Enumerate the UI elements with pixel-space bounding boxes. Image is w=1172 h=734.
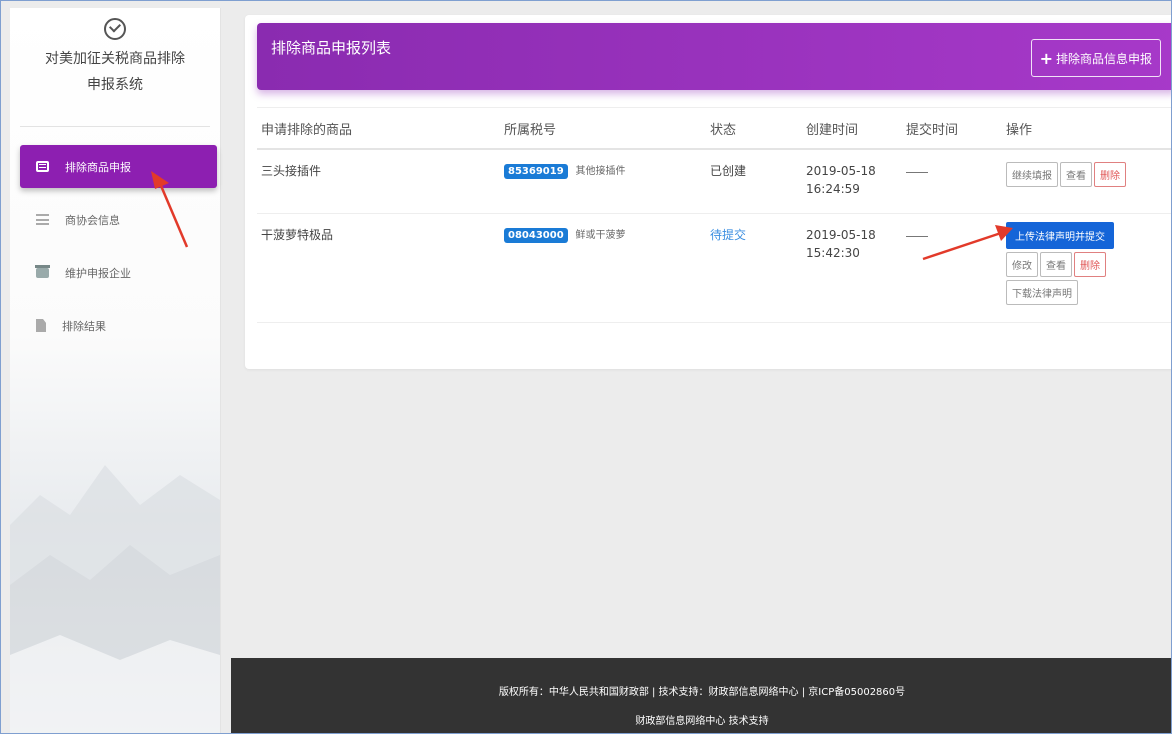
app-title-line1: 对美加征关税商品排除 <box>45 51 185 67</box>
download-declaration-button[interactable]: 下载法律声明 <box>1006 280 1078 305</box>
document-icon <box>36 319 46 332</box>
created-time: 16:24:59 <box>806 182 860 196</box>
main-card: 排除商品申报列表 + 排除商品信息申报 申请排除的商品 所属税号 状态 创建时间… <box>245 15 1171 369</box>
tax-code-badge: 08043000 <box>504 228 568 243</box>
list-icon <box>36 161 49 172</box>
table-row: 三头接插件 85369019 其他接插件 已创建 2019-05-18 16:2… <box>257 148 1171 214</box>
col-header-tax-code: 所属税号 <box>503 107 709 150</box>
col-header-product: 申请排除的商品 <box>257 107 503 150</box>
add-declaration-label: 排除商品信息申报 <box>1055 51 1152 66</box>
col-header-actions: 操作 <box>1005 107 1171 150</box>
created-time-cell: 2019-05-18 15:42:30 <box>805 213 905 323</box>
view-button[interactable]: 查看 <box>1060 162 1092 187</box>
delete-button[interactable]: 删除 <box>1094 162 1126 187</box>
delete-button[interactable]: 删除 <box>1074 252 1106 277</box>
sidebar: 对美加征关税商品排除 申报系统 排除商品申报 商协会信息 维护申报企业 排除结果 <box>10 8 221 733</box>
tax-code-name: 其他接插件 <box>575 166 626 177</box>
status-text: 已创建 <box>709 148 805 214</box>
footer: 版权所有：中华人民共和国财政部 | 技术支持：财政部信息网络中心 | 京ICP备… <box>231 658 1171 733</box>
col-header-created: 创建时间 <box>805 107 905 150</box>
created-date: 2019-05-18 <box>806 164 876 178</box>
table-row: 干菠萝特极品 08043000 鲜或干菠萝 待提交 2019-05-18 15:… <box>257 213 1171 323</box>
add-declaration-button[interactable]: + 排除商品信息申报 <box>1030 39 1161 77</box>
check-circle-icon <box>104 18 126 40</box>
actions-cell: 继续填报 查看 删除 <box>1005 148 1171 214</box>
sliders-icon <box>36 214 49 225</box>
product-name: 干菠萝特极品 <box>257 213 503 323</box>
col-header-submitted: 提交时间 <box>905 107 1005 150</box>
sidebar-item-label: 排除商品申报 <box>65 160 131 174</box>
upload-declaration-submit-button[interactable]: 上传法律声明并提交 <box>1006 222 1114 249</box>
tax-code-badge: 85369019 <box>504 164 568 179</box>
continue-fill-button[interactable]: 继续填报 <box>1006 162 1058 187</box>
mountain-background <box>10 465 220 733</box>
sidebar-item-label: 维护申报企业 <box>65 266 131 280</box>
created-time: 15:42:30 <box>806 246 860 260</box>
annotation-arrow-upload <box>922 225 1013 261</box>
tax-code-cell: 85369019 其他接插件 <box>503 148 709 214</box>
col-header-status: 状态 <box>709 107 805 150</box>
page-title: 排除商品申报列表 <box>271 39 392 57</box>
sidebar-item-maintain-enterprise[interactable]: 维护申报企业 <box>20 251 217 294</box>
footer-copyright: 版权所有：中华人民共和国财政部 | 技术支持：财政部信息网络中心 | 京ICP备… <box>498 687 906 698</box>
created-time-cell: 2019-05-18 16:24:59 <box>805 148 905 214</box>
app-logo: 对美加征关税商品排除 申报系统 <box>10 18 220 98</box>
sidebar-item-label: 排除结果 <box>62 319 106 333</box>
status-text: 待提交 <box>709 213 805 323</box>
card-header: 排除商品申报列表 + 排除商品信息申报 <box>257 23 1171 90</box>
declaration-table: 申请排除的商品 所属税号 状态 创建时间 提交时间 操作 三头接插件 85369… <box>257 107 1171 323</box>
app-title-line2: 申报系统 <box>87 77 143 93</box>
view-button[interactable]: 查看 <box>1040 252 1072 277</box>
annotation-arrow-sidebar <box>151 171 189 248</box>
table-header-row: 申请排除的商品 所属税号 状态 创建时间 提交时间 操作 <box>257 107 1171 150</box>
app-title: 对美加征关税商品排除 申报系统 <box>10 46 220 98</box>
product-name: 三头接插件 <box>257 148 503 214</box>
sidebar-item-exclusion-results[interactable]: 排除结果 <box>20 304 217 347</box>
sidebar-divider <box>20 126 210 127</box>
tax-code-cell: 08043000 鲜或干菠萝 <box>503 213 709 323</box>
created-date: 2019-05-18 <box>806 228 876 242</box>
actions-cell: 上传法律声明并提交 修改 查看 删除 下载法律声明 <box>1005 213 1171 323</box>
app-window: 对美加征关税商品排除 申报系统 排除商品申报 商协会信息 维护申报企业 排除结果 <box>0 0 1172 734</box>
plus-icon: + <box>1039 48 1053 68</box>
footer-support: 财政部信息网络中心 技术支持 <box>635 716 769 727</box>
tax-code-name: 鲜或干菠萝 <box>575 230 626 241</box>
submitted-time <box>905 148 1005 214</box>
sidebar-item-label: 商协会信息 <box>65 213 120 227</box>
store-icon <box>35 264 50 278</box>
empty-dash <box>906 172 928 173</box>
